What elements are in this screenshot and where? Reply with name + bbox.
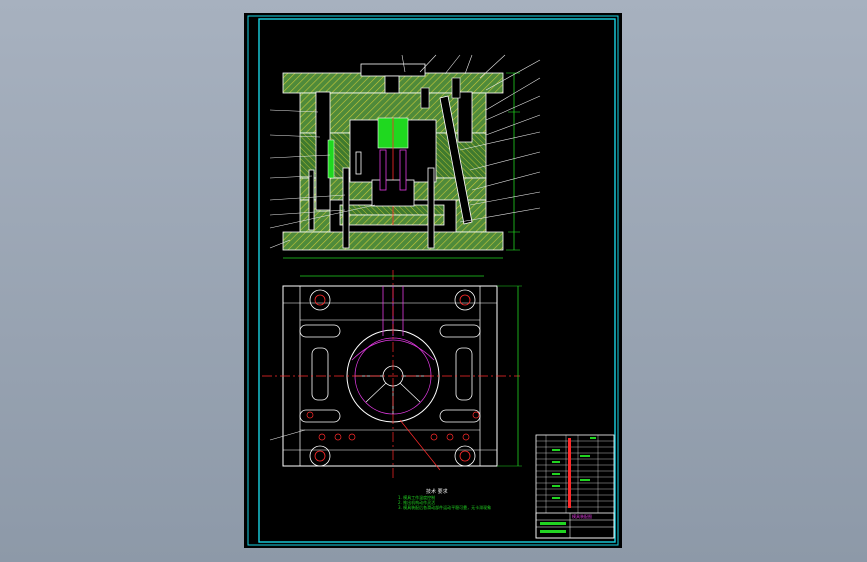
plan-view [262, 270, 522, 478]
technical-notes: 技术 要求 1. 模具工作温度控制 2. 推出机构动作灵活 3. 模具装配后各滑… [398, 489, 528, 510]
drawing-canvas [244, 13, 622, 548]
note-line-3: 3. 模具装配后各滑动部件运动平稳可靠，无卡滞现象 [398, 505, 492, 510]
cad-viewport: 技术 要求 1. 模具工作温度控制 2. 推出机构动作灵活 3. 模具装配后各滑… [0, 0, 867, 562]
title-block-header: 模具装配图 [572, 514, 592, 519]
parts-list [535, 434, 615, 539]
